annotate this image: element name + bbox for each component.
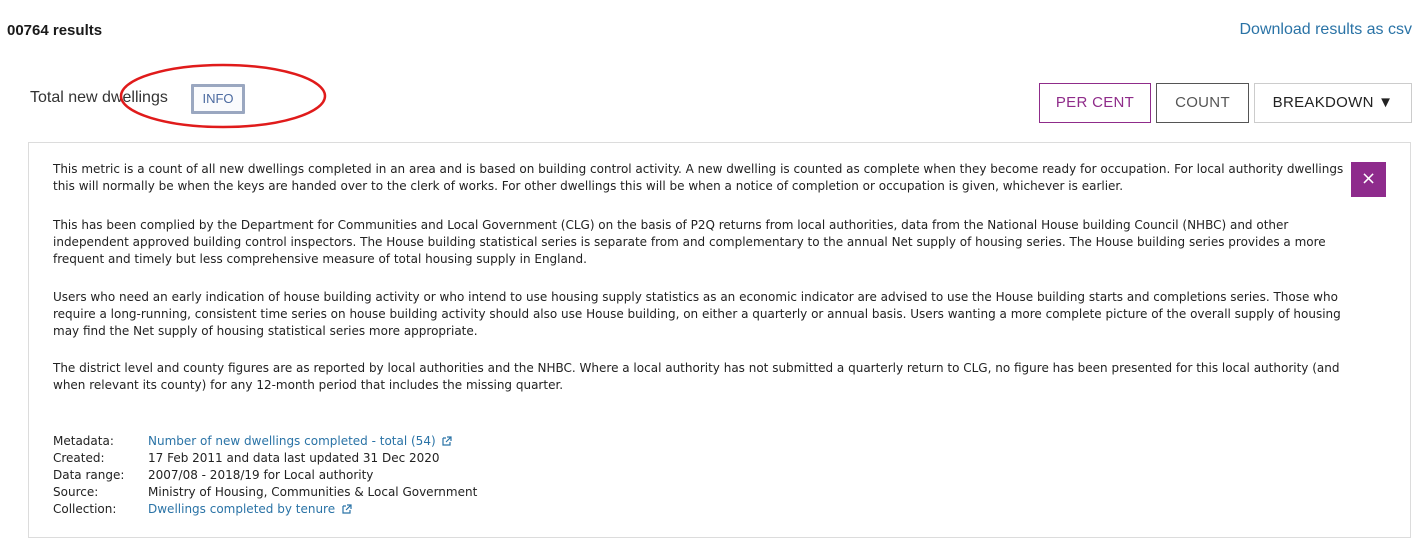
count-button[interactable]: COUNT <box>1156 83 1249 123</box>
metadata-value: Dwellings completed by tenure <box>148 501 477 518</box>
metadata-row: Metadata: Number of new dwellings comple… <box>53 433 477 450</box>
metadata-value: Ministry of Housing, Communities & Local… <box>148 485 478 499</box>
metadata-key: Created: <box>53 451 105 465</box>
metadata-link[interactable]: Number of new dwellings completed - tota… <box>148 434 436 448</box>
info-paragraph: This has been complied by the Department… <box>53 218 1326 266</box>
metadata-key: Metadata: <box>53 434 114 448</box>
metadata-value: Number of new dwellings completed - tota… <box>148 433 477 450</box>
external-link-icon[interactable] <box>342 504 352 514</box>
results-count: 00764 results <box>7 22 103 39</box>
metadata-row: Data range: 2007/08 - 2018/19 for Local … <box>53 467 477 484</box>
metadata-row: Created: 17 Feb 2011 and data last updat… <box>53 450 477 467</box>
metadata-key: Source: <box>53 485 99 499</box>
breakdown-dropdown[interactable]: BREAKDOWN ▼ <box>1254 83 1412 123</box>
info-paragraph: Users who need an early indication of ho… <box>53 290 1341 338</box>
close-icon[interactable]: × <box>1351 162 1386 197</box>
metadata-key: Collection: <box>53 502 117 516</box>
metadata-value: 17 Feb 2011 and data last updated 31 Dec… <box>148 451 440 465</box>
external-link-icon[interactable] <box>442 436 453 446</box>
info-panel: × This metric is a count of all new dwel… <box>28 142 1411 538</box>
metadata-key: Data range: <box>53 468 125 482</box>
metadata-row: Collection: Dwellings completed by tenur… <box>53 501 477 518</box>
info-paragraph: The district level and county figures ar… <box>53 361 1340 392</box>
info-paragraph: This metric is a count of all new dwelli… <box>53 162 1344 193</box>
per-cent-button[interactable]: PER CENT <box>1039 83 1151 123</box>
metadata-value: 2007/08 - 2018/19 for Local authority <box>148 468 374 482</box>
metadata-table: Metadata: Number of new dwellings comple… <box>53 433 477 518</box>
annotation-circle <box>119 63 327 129</box>
collection-link[interactable]: Dwellings completed by tenure <box>148 502 335 516</box>
metadata-row: Source: Ministry of Housing, Communities… <box>53 484 477 501</box>
download-csv-link[interactable]: Download results as csv <box>1239 21 1412 39</box>
